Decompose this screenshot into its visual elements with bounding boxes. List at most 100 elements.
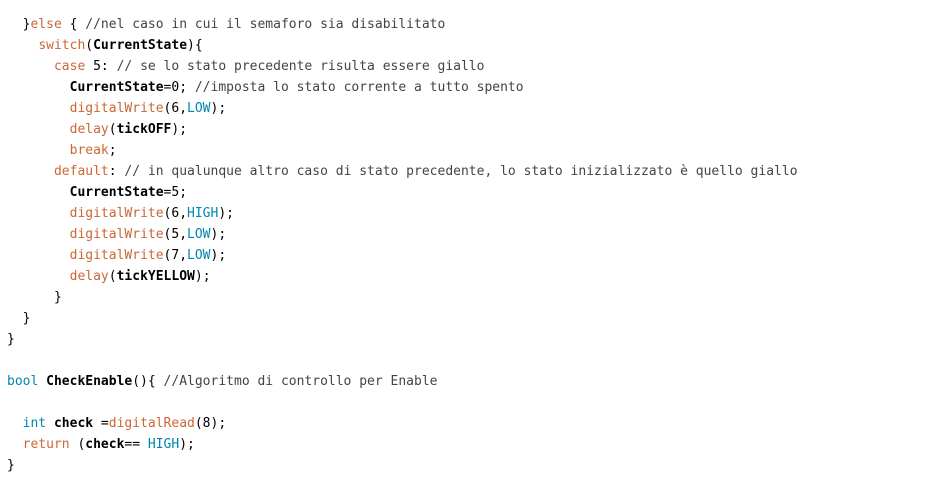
code-text: == [124,437,148,452]
code-identifier: CurrentState [93,38,188,53]
code-text: 5: [85,59,117,74]
code-identifier: check [85,437,125,452]
code-function: digitalWrite [69,227,164,242]
code-text: ){ [187,38,203,53]
code-line: digitalWrite(7,LOW); [7,245,798,266]
code-keyword: case [53,59,86,74]
code-function: digitalRead [108,416,195,431]
code-comment: //nel caso in cui il semaforo sia disabi… [85,17,446,32]
code-text: } [7,332,15,347]
code-keyword: else [30,17,62,32]
code-line: int check =digitalRead(8); [7,413,798,434]
code-type: int [22,416,47,431]
code-function: delay [69,269,109,284]
code-text: ); [218,206,234,221]
code-text: ); [171,122,188,137]
code-text: ; [108,143,117,158]
code-identifier: CurrentState [69,185,164,200]
code-type: bool [7,374,39,389]
code-text: } [7,458,15,473]
code-comment: //imposta lo stato corrente a tutto spen… [194,80,524,95]
code-keyword: default [53,164,109,179]
code-constant: LOW [187,227,211,242]
code-line: break; [7,140,798,161]
code-text: ); [194,269,211,284]
code-text: (6, [163,101,188,116]
code-text: (){ [132,374,164,389]
code-function: digitalWrite [69,206,164,221]
code-identifier: tickOFF [116,122,172,137]
code-identifier: check [53,416,94,431]
code-constant: LOW [187,248,211,263]
code-line: } [7,329,798,350]
code-text: : [108,164,125,179]
code-line: CurrentState=5; [7,182,798,203]
code-function: delay [69,122,109,137]
code-line: }else { //nel caso in cui il semaforo si… [7,14,798,35]
code-identifier: CheckEnable [46,374,133,389]
code-keyword: return [22,437,70,452]
code-text: (5, [163,227,188,242]
code-line: } [7,308,798,329]
code-constant: LOW [187,101,211,116]
code-text: ); [179,437,195,452]
code-text: ( [69,437,86,452]
code-line: switch(CurrentState){ [7,35,798,56]
code-text: ( [108,269,117,284]
code-line: bool CheckEnable(){ //Algoritmo di contr… [7,371,798,392]
code-line: return (check== HIGH); [7,434,798,455]
code-comment: //Algoritmo di controllo per Enable [163,374,438,389]
code-text: ( [108,122,117,137]
code-identifier: CurrentState [69,80,164,95]
code-listing: }else { //nel caso in cui il semaforo si… [7,14,798,476]
code-comment: // se lo stato precedente risulta essere… [116,59,485,74]
code-line: } [7,287,798,308]
code-line: delay(tickOFF); [7,119,798,140]
code-text: (7, [163,248,188,263]
code-text: { [61,17,86,32]
code-text: (6, [163,206,188,221]
code-text: ); [210,248,227,263]
code-constant: HIGH [147,437,180,452]
code-function: digitalWrite [69,248,164,263]
code-identifier: tickYELLOW [116,269,195,284]
code-text: } [7,311,31,326]
code-text: } [7,290,62,305]
code-text: = [93,416,109,431]
code-line: digitalWrite(5,LOW); [7,224,798,245]
code-comment: // in qualunque altro caso di stato prec… [124,164,798,179]
code-line: digitalWrite(6,LOW); [7,98,798,119]
code-text: (8); [194,416,227,431]
code-line: } [7,455,798,476]
code-text: ( [85,38,94,53]
code-text: ); [210,227,227,242]
code-line: case 5: // se lo stato precedente risult… [7,56,798,77]
code-text: =0; [163,80,195,95]
code-function: digitalWrite [69,101,164,116]
code-text: } [7,17,31,32]
code-text: ); [210,101,227,116]
code-keyword: switch [38,38,86,53]
code-line: delay(tickYELLOW); [7,266,798,287]
code-keyword: break [69,143,109,158]
code-line: CurrentState=0; //imposta lo stato corre… [7,77,798,98]
code-text: =5; [163,185,188,200]
